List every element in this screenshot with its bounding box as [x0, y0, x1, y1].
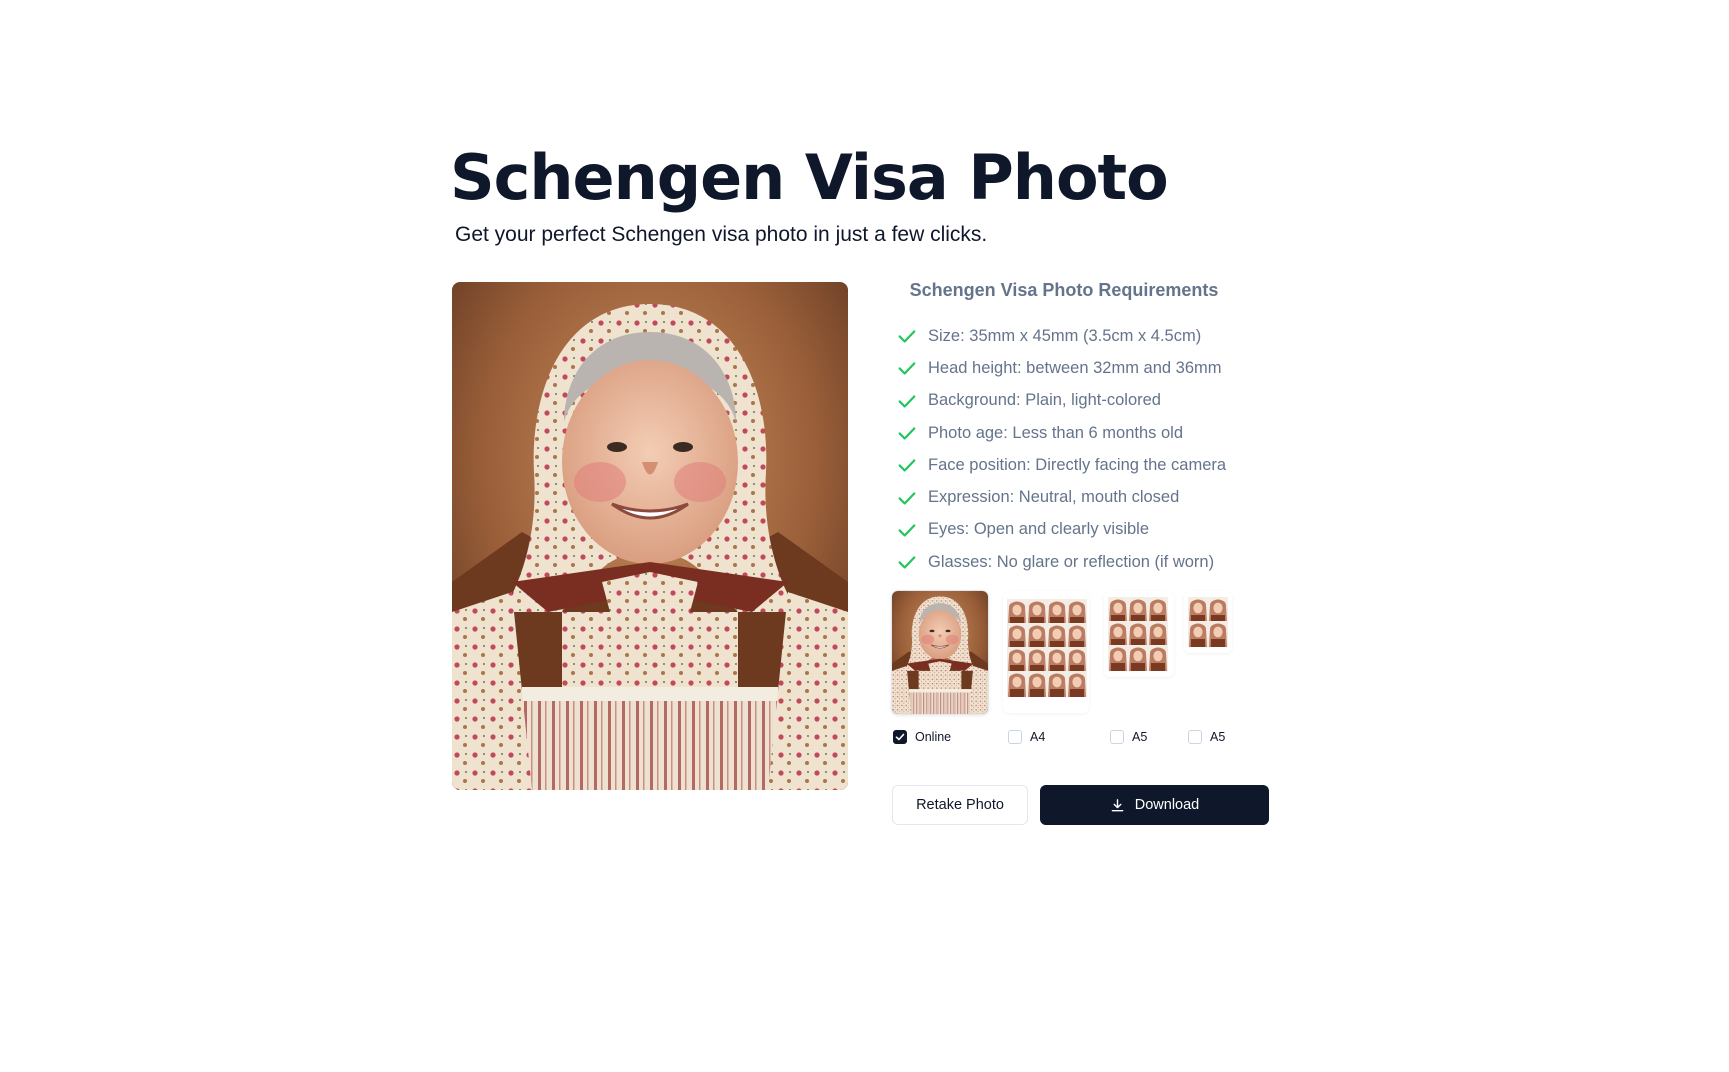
checkbox-a5[interactable]: [1110, 730, 1124, 744]
thumbnail-a5-small[interactable]: [1184, 591, 1232, 653]
check-icon: [898, 362, 916, 376]
check-icon: [898, 330, 916, 343]
download-label: Download: [1134, 797, 1200, 813]
requirement-item: Face position: Directly facing the camer…: [896, 449, 1226, 481]
checkbox-a4[interactable]: [1008, 730, 1022, 744]
requirement-item: Glasses: No glare or reflection (if worn…: [896, 546, 1226, 578]
option-a5-small[interactable]: A5: [1188, 730, 1225, 744]
page-subtitle: Get your perfect Schengen visa photo in …: [455, 223, 988, 246]
option-label: A4: [1030, 730, 1046, 744]
checkbox-a5-small[interactable]: [1188, 730, 1202, 744]
check-icon: [898, 427, 916, 440]
option-a4[interactable]: A4: [1008, 730, 1045, 744]
requirement-label: Face position: Directly facing the camer…: [928, 455, 1227, 474]
option-label: A5: [1210, 730, 1226, 744]
requirements-heading: Schengen Visa Photo Requirements: [909, 280, 1219, 300]
requirement-item: Size: 35mm x 45mm (3.5cm x 4.5cm): [896, 320, 1226, 352]
requirement-item: Background: Plain, light-colored: [896, 385, 1226, 417]
thumbnail-a5[interactable]: [1104, 591, 1174, 677]
download-button[interactable]: Download: [1040, 785, 1269, 825]
requirement-label: Background: Plain, light-colored: [928, 391, 1161, 410]
requirement-label: Expression: Neutral, mouth closed: [928, 488, 1180, 507]
download-icon: [1111, 798, 1124, 811]
requirement-item: Expression: Neutral, mouth closed: [896, 481, 1226, 513]
requirement-label: Eyes: Open and clearly visible: [928, 520, 1150, 539]
requirement-label: Head height: between 32mm and 36mm: [928, 358, 1222, 377]
requirement-label: Glasses: No glare or reflection (if worn…: [928, 552, 1215, 571]
option-a5[interactable]: A5: [1110, 730, 1147, 744]
requirement-label: Size: 35mm x 45mm (3.5cm x 4.5cm): [928, 326, 1202, 345]
check-icon: [898, 395, 916, 408]
requirement-label: Photo age: Less than 6 months old: [928, 423, 1184, 442]
check-icon: [898, 491, 916, 505]
thumbnail-a4[interactable]: [1003, 591, 1089, 713]
thumbnail-online[interactable]: [892, 591, 988, 714]
option-label: Online: [915, 730, 952, 744]
check-icon: [898, 556, 916, 569]
page-title: Schengen Visa Photo: [450, 141, 1169, 214]
option-online[interactable]: Online: [893, 730, 951, 744]
requirement-item: Head height: between 32mm and 36mm: [896, 352, 1226, 384]
photo-preview: [452, 282, 848, 790]
requirement-item: Eyes: Open and clearly visible: [896, 514, 1226, 546]
check-icon: [898, 459, 916, 472]
retake-photo-label: Retake Photo: [916, 797, 1004, 813]
retake-photo-button[interactable]: Retake Photo: [892, 785, 1028, 825]
option-label: A5: [1132, 730, 1148, 744]
requirement-item: Photo age: Less than 6 months old: [896, 417, 1226, 449]
checkbox-online[interactable]: [893, 730, 907, 744]
check-icon: [898, 524, 916, 537]
requirements-list: Size: 35mm x 45mm (3.5cm x 4.5cm) Head h…: [896, 320, 1226, 578]
